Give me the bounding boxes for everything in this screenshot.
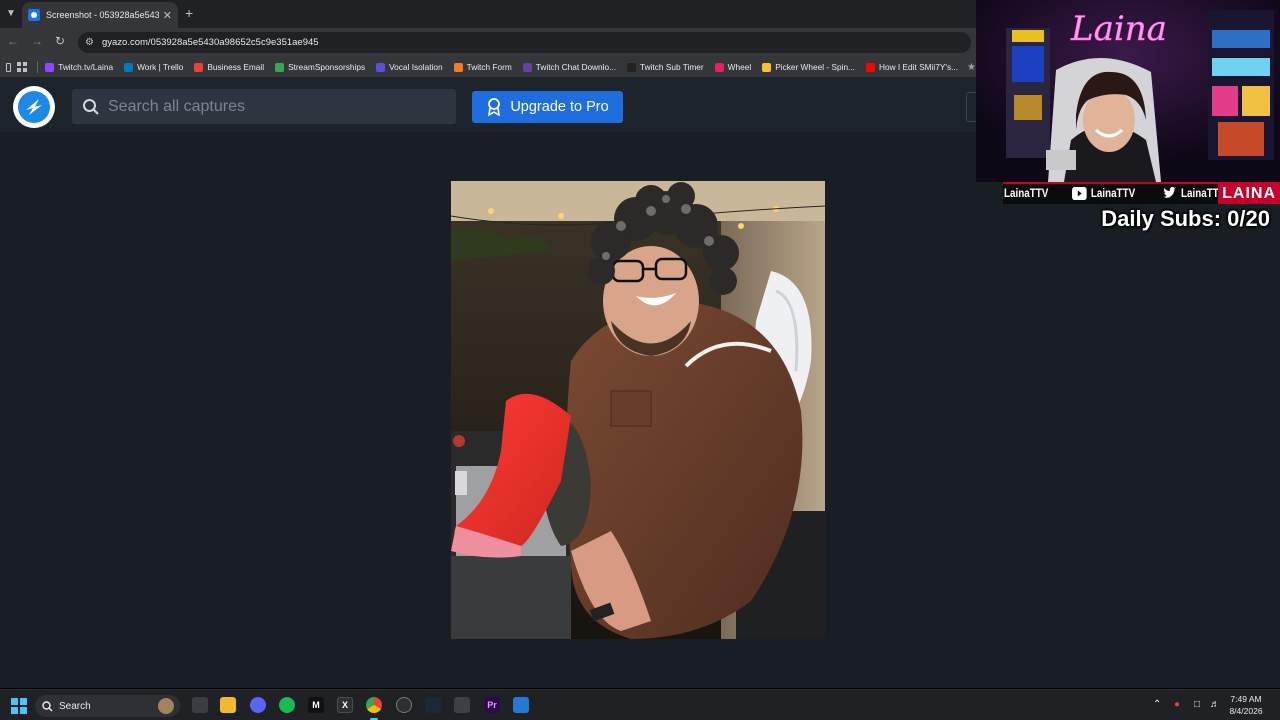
youtube-icon — [1072, 186, 1087, 200]
header-partial-button[interactable] — [966, 92, 976, 122]
taskbar-search-label: Search — [59, 700, 91, 712]
clock-date: 8/4/2026 — [1229, 706, 1263, 716]
tab-search-chevron-icon[interactable]: ▼ — [2, 4, 20, 22]
spotify-icon[interactable] — [279, 697, 295, 713]
address-url: gyazo.com/053928a5e5430a98652c5c9e351ae9… — [101, 37, 319, 48]
tray-overflow-icon[interactable]: ⌃ — [1153, 699, 1161, 710]
captured-photo[interactable] — [451, 181, 825, 639]
sidebar-toggle-icon[interactable] — [6, 62, 12, 72]
chrome-icon[interactable] — [366, 697, 382, 713]
bookmark-label: How I Edit SMii7Y's... — [878, 62, 959, 72]
taskbar-clock[interactable]: 7:49 AM 8/4/2026 — [1222, 693, 1270, 717]
address-bar[interactable]: ⚙ gyazo.com/053928a5e5430a98652c5c9e351a… — [78, 32, 971, 53]
bookmark-label: Picker Wheel - Spin... — [775, 62, 855, 72]
taskbar-search-icon — [42, 700, 53, 711]
browser-tab-strip: ▼ Screenshot - 053928a5e5430a98652c5c9e3… — [0, 0, 976, 28]
tab-close-icon[interactable]: ✕ — [163, 9, 172, 22]
bookmark-label: Work | Trello — [137, 62, 184, 72]
apps-grid-icon[interactable] — [17, 62, 27, 72]
gyazo-favicon-icon — [28, 9, 40, 21]
volume-icon[interactable]: ♬ — [1210, 699, 1220, 710]
bookmark-label: Twitch Sub Timer — [640, 62, 704, 72]
bookmark-favicon-icon — [124, 62, 134, 72]
bookmark-favicon-icon — [714, 62, 724, 72]
bookmark-label: Business Email — [207, 62, 265, 72]
bookmark-star-icon[interactable]: ★ — [967, 62, 976, 73]
reload-icon[interactable]: ↻ — [55, 34, 65, 48]
bookmark-favicon-icon — [376, 62, 386, 72]
forward-arrow-icon[interactable]: → — [31, 34, 43, 48]
back-arrow-icon[interactable]: ← — [7, 34, 19, 48]
bookmark-item[interactable]: Picker Wheel - Spin... — [762, 62, 855, 72]
gyazo-header: Upgrade to Pro — [0, 77, 976, 132]
bookmark-label: Twitch Form — [466, 62, 512, 72]
network-icon[interactable]: □ — [1194, 699, 1200, 710]
search-captures-input[interactable] — [108, 97, 428, 116]
bookmark-item[interactable]: How I Edit SMii7Y's... — [865, 62, 959, 72]
bookmark-item[interactable]: Twitch Chat Downlo... — [522, 62, 617, 72]
social-youtube-label: LainaTTV — [1090, 186, 1136, 200]
obs-icon[interactable] — [396, 697, 412, 713]
windows-taskbar: Search M X Pr ⌃ ● □ ♬ 7:49 AM 8/4/2026 — [0, 689, 1280, 720]
social-links-bar: LainaTTV LainaTTV LainaTTV LAINA — [1003, 182, 1280, 204]
file-explorer-icon[interactable] — [220, 697, 236, 713]
search-icon — [83, 98, 99, 115]
bookmark-item[interactable]: StreamSponsorships — [275, 62, 365, 72]
windows-start-icon[interactable] — [11, 698, 27, 714]
bookmark-favicon-icon — [275, 62, 285, 72]
elgato-icon[interactable]: M — [308, 697, 324, 713]
neon-sign-text: Laina — [1070, 9, 1167, 49]
bookmark-item[interactable]: Twitch Form — [453, 62, 512, 72]
discord-icon[interactable] — [250, 697, 266, 713]
app-window-icon[interactable] — [454, 697, 470, 713]
upgrade-label: Upgrade to Pro — [510, 99, 609, 115]
social-twitch-label: LainaTTV — [1004, 186, 1049, 200]
excel-icon[interactable]: X — [337, 697, 353, 713]
browser-toolbar: ← → ↻ ⚙ gyazo.com/053928a5e5430a98652c5c… — [0, 28, 976, 57]
bookmark-favicon-icon — [522, 62, 532, 72]
gyazo-logo-icon[interactable] — [13, 86, 55, 128]
taskbar-search[interactable]: Search — [35, 695, 180, 717]
twitter-icon — [1163, 186, 1177, 200]
bookmark-label: Twitch.tv/Laina — [58, 62, 114, 72]
brand-tag: LAINA — [1218, 184, 1280, 204]
pro-badge-icon — [486, 98, 502, 116]
bookmark-label: StreamSponsorships — [288, 62, 366, 72]
bookmark-item[interactable]: Work | Trello — [124, 62, 183, 72]
bookmark-favicon-icon — [627, 62, 637, 72]
tab-title: Screenshot - 053928a5e5430a98652c5c9e351… — [46, 10, 159, 20]
bookmark-item[interactable]: Business Email — [194, 62, 264, 72]
task-view-icon[interactable] — [192, 697, 208, 713]
steam-icon[interactable] — [425, 697, 441, 713]
social-youtube: LainaTTV — [1072, 186, 1135, 200]
new-tab-icon[interactable]: + — [185, 5, 193, 21]
bookmark-favicon-icon — [45, 62, 55, 72]
bookmarks-bar: Twitch.tv/Laina Work | Trello Business Ema… — [0, 57, 976, 77]
social-twitch: LainaTTV — [1004, 186, 1048, 200]
clock-time: 7:49 AM — [1230, 694, 1262, 704]
upgrade-to-pro-button[interactable]: Upgrade to Pro — [472, 91, 623, 123]
daily-subs-counter: Daily Subs: 0/20 — [1101, 206, 1270, 231]
bookmark-label: Wheel — [727, 62, 752, 72]
site-info-icon[interactable]: ⚙ — [85, 37, 94, 48]
search-captures-box[interactable] — [72, 89, 456, 124]
bookmark-item[interactable]: Twitch Sub Timer — [627, 62, 704, 72]
bookmark-item[interactable]: Twitch.tv/Laina — [45, 62, 113, 72]
bookmark-label: Vocal Isolation — [389, 62, 443, 72]
search-highlight-icon — [158, 698, 174, 714]
streamer-webcam: Laina — [976, 0, 1280, 182]
bookmark-label: Twitch Chat Downlo... — [535, 62, 617, 72]
bookmark-favicon-icon — [762, 62, 772, 72]
bookmark-favicon-icon — [453, 62, 463, 72]
bookmark-favicon-icon — [194, 62, 204, 72]
bookmark-item[interactable]: Wheel — [714, 62, 752, 72]
microphone-icon[interactable]: ● — [1174, 699, 1180, 710]
bookmark-item[interactable]: Vocal Isolation — [376, 62, 443, 72]
premiere-pro-icon[interactable]: Pr — [484, 697, 500, 713]
bookmark-favicon-icon — [865, 62, 875, 72]
browser-tab[interactable]: Screenshot - 053928a5e5430a98652c5c9e351… — [22, 2, 178, 28]
social-twitter: LainaTTV — [1163, 186, 1225, 200]
gyazo-app-icon[interactable] — [513, 697, 529, 713]
